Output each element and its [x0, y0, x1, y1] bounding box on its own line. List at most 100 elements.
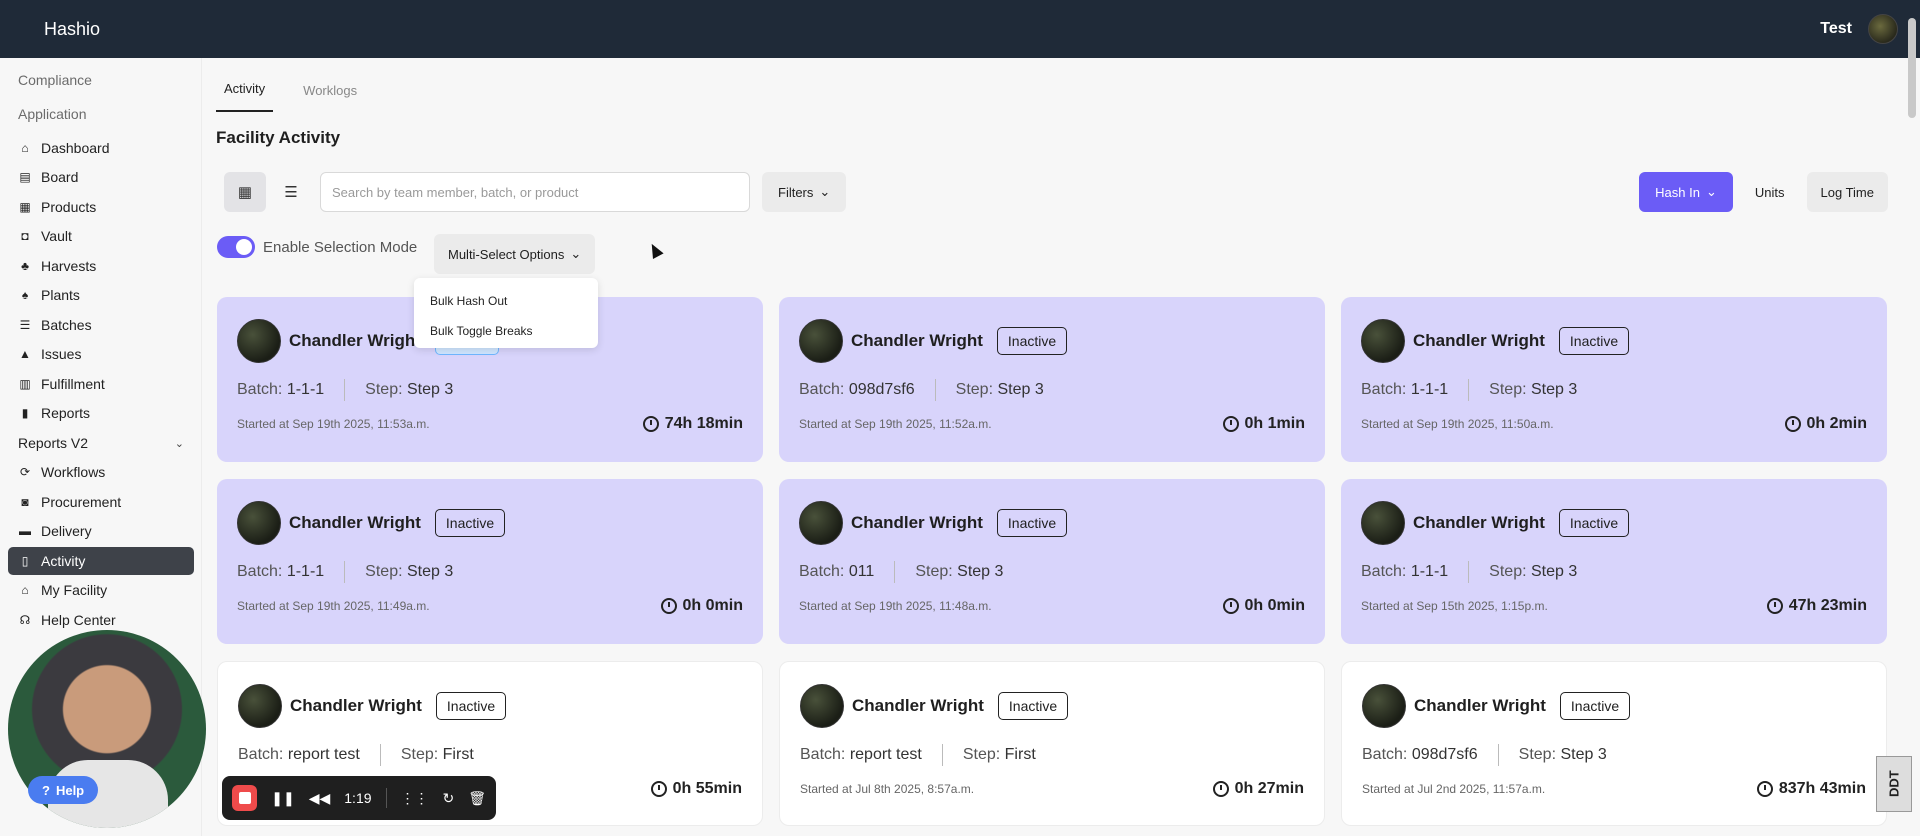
activity-card[interactable]: Chandler Wright Inactive Batch: 098d7sf6…	[779, 297, 1325, 462]
sidebar-section-compliance[interactable]: Compliance	[18, 72, 92, 88]
status-badge: Inactive	[435, 692, 507, 720]
tab-worklogs[interactable]: Worklogs	[295, 83, 365, 112]
sidebar-item-reports[interactable]: ▮ Reports	[8, 399, 194, 427]
avatar	[800, 684, 844, 728]
step-label: Step:	[1518, 746, 1557, 763]
board-icon: ▤	[19, 170, 31, 184]
multi-select-options-button[interactable]: Multi-Select Options ⌄	[434, 234, 596, 274]
sidebar-item-delivery[interactable]: ▬ Delivery	[8, 517, 194, 545]
status-badge: Inactive	[996, 327, 1068, 355]
duration-value: 0h 0min	[1244, 597, 1305, 614]
rewind-icon[interactable]: ◀◀	[309, 790, 331, 807]
tab-bar: Activity Worklogs	[216, 58, 365, 112]
units-button[interactable]: Units	[1741, 172, 1799, 212]
duration: 0h 0min	[1222, 597, 1305, 615]
sidebar-item-label: Products	[41, 199, 97, 215]
duration: 0h 0min	[660, 597, 743, 615]
sidebar-item-plants[interactable]: ♠ Plants	[8, 281, 194, 309]
activity-card[interactable]: Chandler Wright Inactive Batch: 1-1-1 St…	[217, 479, 763, 644]
step-label: Step:	[955, 381, 994, 398]
sidebar-item-procurement[interactable]: ◙ Procurement	[8, 488, 194, 516]
sidebar-item-issues[interactable]: ▲ Issues	[8, 340, 194, 368]
duration-value: 0h 55min	[672, 780, 742, 797]
clock-icon	[642, 416, 659, 432]
team-member-name: Chandler Wright	[1413, 331, 1545, 350]
started-at: Started at Sep 19th 2025, 11:48a.m.	[799, 599, 992, 613]
meta-divider	[344, 379, 346, 401]
sidebar-section-application[interactable]: Application	[18, 106, 87, 122]
sidebar-item-dashboard[interactable]: ⌂ Dashboard	[8, 134, 194, 162]
sidebar-item-fulfillment[interactable]: ▥ Fulfillment	[8, 370, 194, 398]
duration: 0h 55min	[650, 780, 742, 798]
status-badge: Inactive	[1558, 509, 1630, 537]
user-name[interactable]: Test	[1820, 20, 1852, 38]
meta-divider	[1497, 744, 1499, 766]
sidebar-item-harvests[interactable]: ♣ Harvests	[8, 252, 194, 280]
trash-icon[interactable]: 🗑	[468, 790, 486, 807]
sidebar-item-products[interactable]: ▦ Products	[8, 193, 194, 221]
sidebar-item-workflows[interactable]: ⟳ Workflows	[8, 458, 194, 486]
batch-value: 098d7sf6	[848, 381, 915, 398]
step-label: Step:	[1489, 381, 1527, 398]
sidebar-item-reports-v2[interactable]: Reports V2 ⌄	[8, 429, 194, 457]
step-label: Step:	[915, 563, 953, 580]
batch-value: 1-1-1	[1410, 563, 1449, 580]
grid-icon: ▦	[237, 184, 253, 201]
recorder-bar: ❚❚ ◀◀ 1:19 ⋮⋮ ↻ 🗑	[222, 776, 496, 820]
duration: 47h 23min	[1766, 597, 1867, 615]
multi-select-label: Multi-Select Options	[448, 246, 565, 262]
multi-select-dropdown: Bulk Hash Out Bulk Toggle Breaks	[414, 278, 598, 348]
grid-icon[interactable]: ⋮⋮	[400, 790, 428, 807]
sidebar-item-vault[interactable]: ◘ Vault	[8, 222, 194, 250]
scrollbar[interactable]	[1908, 18, 1916, 118]
fulfillment-icon: ▥	[19, 377, 31, 391]
sidebar-item-activity[interactable]: ▯ Activity	[8, 547, 194, 575]
activity-card[interactable]: Chandler Wright Inactive Batch: 098d7sf6…	[1341, 661, 1887, 826]
restart-icon[interactable]: ↻	[442, 790, 454, 807]
sidebar-item-board[interactable]: ▤ Board	[8, 163, 194, 191]
chevron-down-icon: ⌄	[570, 246, 582, 261]
pause-icon[interactable]: ❚❚	[271, 790, 294, 807]
page-title: Facility Activity	[216, 128, 341, 147]
hash-in-label: Hash In	[1655, 184, 1700, 200]
duration-value: 837h 43min	[1778, 780, 1866, 797]
help-button[interactable]: ? Help	[28, 776, 99, 804]
activity-card[interactable]: Chandler Wright Inactive Batch: 011 Step…	[779, 479, 1325, 644]
selection-mode-toggle[interactable]	[217, 236, 255, 258]
sidebar-item-batches[interactable]: ☰ Batches	[8, 311, 194, 339]
sidebar-item-label: Vault	[41, 228, 72, 244]
sidebar-item-my-facility[interactable]: ⌂ My Facility	[8, 576, 194, 604]
activity-card[interactable]: Chandler Wright Inactive Batch: report t…	[779, 661, 1325, 826]
filters-label: Filters	[778, 184, 814, 200]
activity-card[interactable]: Chandler Wright Inactive Batch: 1-1-1 St…	[1341, 297, 1887, 462]
started-at: Started at Sep 19th 2025, 11:53a.m.	[237, 417, 430, 431]
step-value: Step 3	[1530, 563, 1578, 580]
bulk-toggle-breaks-option[interactable]: Bulk Toggle Breaks	[414, 316, 598, 346]
started-at: Started at Jul 2nd 2025, 11:57a.m.	[1362, 782, 1546, 796]
brand-logo[interactable]: Hashio	[44, 19, 100, 40]
team-member-name: Chandler Wright	[1414, 696, 1546, 715]
bulk-hash-out-option[interactable]: Bulk Hash Out	[414, 286, 598, 316]
grid-view-button[interactable]: ▦	[224, 172, 266, 212]
hash-in-button[interactable]: Hash In ⌄	[1639, 172, 1733, 212]
avatar	[238, 684, 282, 728]
right-toolbar: Hash In ⌄ Units Log Time	[1639, 172, 1888, 212]
stop-recording-button[interactable]	[232, 785, 258, 811]
batch-label: Batch:	[1361, 563, 1407, 580]
chevron-down-icon: ⌄	[174, 437, 184, 450]
team-member-name: Chandler Wright	[289, 331, 421, 350]
filters-button[interactable]: Filters ⌄	[762, 172, 847, 212]
duration: 0h 1min	[1222, 415, 1305, 433]
clock-icon	[1222, 416, 1239, 432]
meta-divider	[934, 379, 936, 401]
list-view-button[interactable]: ☰	[270, 172, 312, 212]
avatar	[799, 319, 843, 363]
activity-card[interactable]: Chandler Wright Inactive Batch: 1-1-1 St…	[1341, 479, 1887, 644]
search-input[interactable]	[320, 172, 750, 212]
clock-icon	[660, 598, 677, 614]
avatar[interactable]	[1868, 14, 1898, 44]
meta-divider	[379, 744, 381, 766]
log-time-button[interactable]: Log Time	[1806, 172, 1888, 212]
duration-value: 47h 23min	[1788, 597, 1867, 614]
tab-activity[interactable]: Activity	[216, 81, 274, 112]
